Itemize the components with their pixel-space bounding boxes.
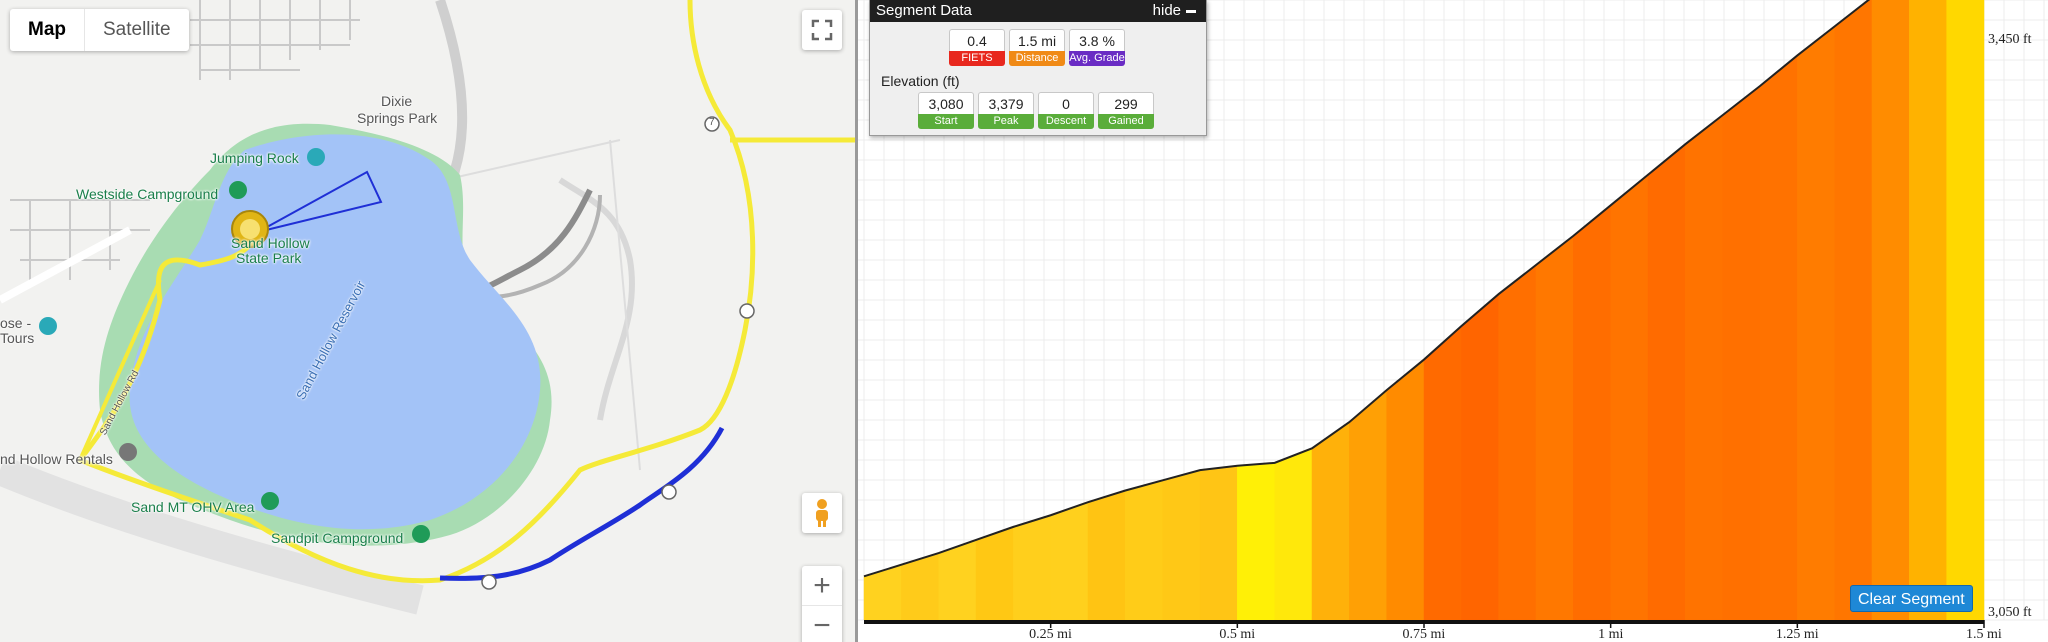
elevation-band: [1946, 0, 1985, 621]
elev-gained: 299 Gained: [1098, 92, 1154, 129]
map-label-dixie-park: Springs Park: [357, 110, 438, 126]
elevation-band: [1423, 325, 1462, 621]
stat-fiets: 0.4 FIETS: [949, 29, 1005, 66]
elevation-band: [1125, 479, 1163, 621]
map-label-dixie: Dixie: [381, 93, 413, 109]
map-canvas[interactable]: [0, 0, 855, 642]
stat-label: Descent: [1038, 114, 1094, 129]
plus-icon: +: [813, 568, 831, 602]
stat-value: 0: [1038, 92, 1094, 114]
map-tab[interactable]: Map: [10, 9, 85, 51]
elevation-band: [1909, 0, 1947, 621]
elevation-band: [863, 564, 902, 621]
elevation-band: [1610, 174, 1649, 621]
segment-stats: 0.4 FIETS 1.5 mi Distance 3.8 % Avg. Gra…: [949, 29, 1125, 66]
x-tick-label: 1.5 mi: [1966, 627, 2002, 642]
map-label-westside: Westside Campground: [76, 186, 219, 202]
elev-peak: 3,379 Peak: [978, 92, 1034, 129]
stat-value: 3,080: [918, 92, 974, 114]
elevation-band: [1386, 359, 1425, 621]
stat-label: Gained: [1098, 114, 1154, 129]
pegman-icon: [816, 499, 828, 527]
elev-start: 3,080 Start: [918, 92, 974, 129]
x-tick-label: 0.5 mi: [1219, 627, 1256, 642]
elevation-stats: 3,080 Start 3,379 Peak 0 Descent 299 Gai…: [918, 92, 1154, 129]
elevation-band: [1647, 143, 1686, 621]
minus-icon: [1186, 9, 1196, 13]
x-tick-label: 1 mi: [1598, 627, 1624, 642]
elevation-band: [1162, 469, 1201, 621]
map-label-jumping-rock: Jumping Rock: [210, 150, 299, 166]
map-type-control: Map Satellite: [10, 9, 189, 51]
zoom-out-button[interactable]: −: [802, 606, 842, 642]
stat-label: Avg. Grade: [1069, 51, 1125, 66]
y-tick-label-top: 3,450 ft: [1988, 32, 2032, 47]
map-pane[interactable]: Map Satellite + − Dixie Springs Park Jum…: [0, 0, 855, 642]
elevation-band: [1797, 25, 1835, 621]
clear-segment-button[interactable]: Clear Segment: [1850, 585, 1973, 612]
elevation-band: [1498, 264, 1537, 621]
zoom-in-button[interactable]: +: [802, 566, 842, 606]
zoom-control: + −: [802, 566, 842, 642]
stat-value: 3.8 %: [1069, 29, 1125, 51]
stat-distance: 1.5 mi Distance: [1009, 29, 1065, 66]
elevation-band: [1759, 54, 1798, 621]
elevation-band: [1722, 85, 1761, 621]
map-label-park-2: State Park: [236, 250, 302, 266]
elevation-band: [975, 526, 1014, 621]
stat-value: 299: [1098, 92, 1154, 114]
map-label-route-7: 7: [709, 117, 715, 128]
stat-label: FIETS: [949, 51, 1005, 66]
y-tick-label-bottom: 3,050 ft: [1988, 605, 2032, 620]
elevation-band: [1573, 204, 1611, 621]
elevation-band: [1013, 514, 1051, 621]
stat-value: 0.4: [949, 29, 1005, 51]
segment-data-panel: Segment Data hide 0.4 FIETS 1.5 mi Dista…: [869, 0, 1207, 136]
hide-panel-button[interactable]: hide: [1153, 0, 1196, 22]
map-label-sandpit: Sandpit Campground: [271, 530, 404, 546]
elevation-band: [1535, 235, 1574, 621]
stat-value: 3,379: [978, 92, 1034, 114]
elevation-band: [1199, 465, 1238, 621]
x-tick-label: 0.75 mi: [1402, 627, 1446, 642]
hide-label: hide: [1152, 2, 1181, 19]
fullscreen-icon: [811, 19, 833, 41]
stat-label: Peak: [978, 114, 1034, 129]
elevation-band: [1871, 0, 1910, 621]
minus-icon: −: [813, 609, 831, 642]
x-tick-label: 0.25 mi: [1029, 627, 1072, 642]
segment-panel-header: Segment Data hide: [870, 0, 1206, 22]
elevation-band: [1050, 501, 1089, 621]
fullscreen-button[interactable]: [802, 10, 842, 50]
satellite-tab[interactable]: Satellite: [85, 9, 189, 51]
stat-avg-grade: 3.8 % Avg. Grade: [1069, 29, 1125, 66]
elev-descent: 0 Descent: [1038, 92, 1094, 129]
segment-panel-title: Segment Data: [876, 2, 972, 19]
map-label-ohv: Sand MT OHV Area: [131, 499, 255, 515]
elevation-band: [1349, 389, 1387, 621]
stat-label: Start: [918, 114, 974, 129]
elevation-band: [1834, 0, 1873, 621]
elevation-band: [1087, 490, 1126, 621]
street-view-button[interactable]: [802, 493, 842, 533]
elevation-band: [1274, 447, 1313, 621]
elevation-band: [1685, 114, 1723, 621]
map-label-rentals: nd Hollow Rentals: [0, 451, 113, 467]
map-label-park-1: Sand Hollow: [231, 235, 310, 251]
stat-value: 1.5 mi: [1009, 29, 1065, 51]
elevation-band: [1461, 293, 1499, 621]
stat-label: Distance: [1009, 51, 1065, 66]
x-tick-label: 1.25 mi: [1775, 627, 1819, 642]
map-label-tours-2: Tours: [0, 330, 35, 346]
elevation-band: [1237, 462, 1275, 621]
elevation-title: Elevation (ft): [881, 73, 960, 89]
elevation-band: [1311, 421, 1350, 621]
map-label-tours-1: ose -: [0, 315, 32, 331]
app-root: Map Satellite + − Dixie Springs Park Jum…: [0, 0, 2048, 642]
